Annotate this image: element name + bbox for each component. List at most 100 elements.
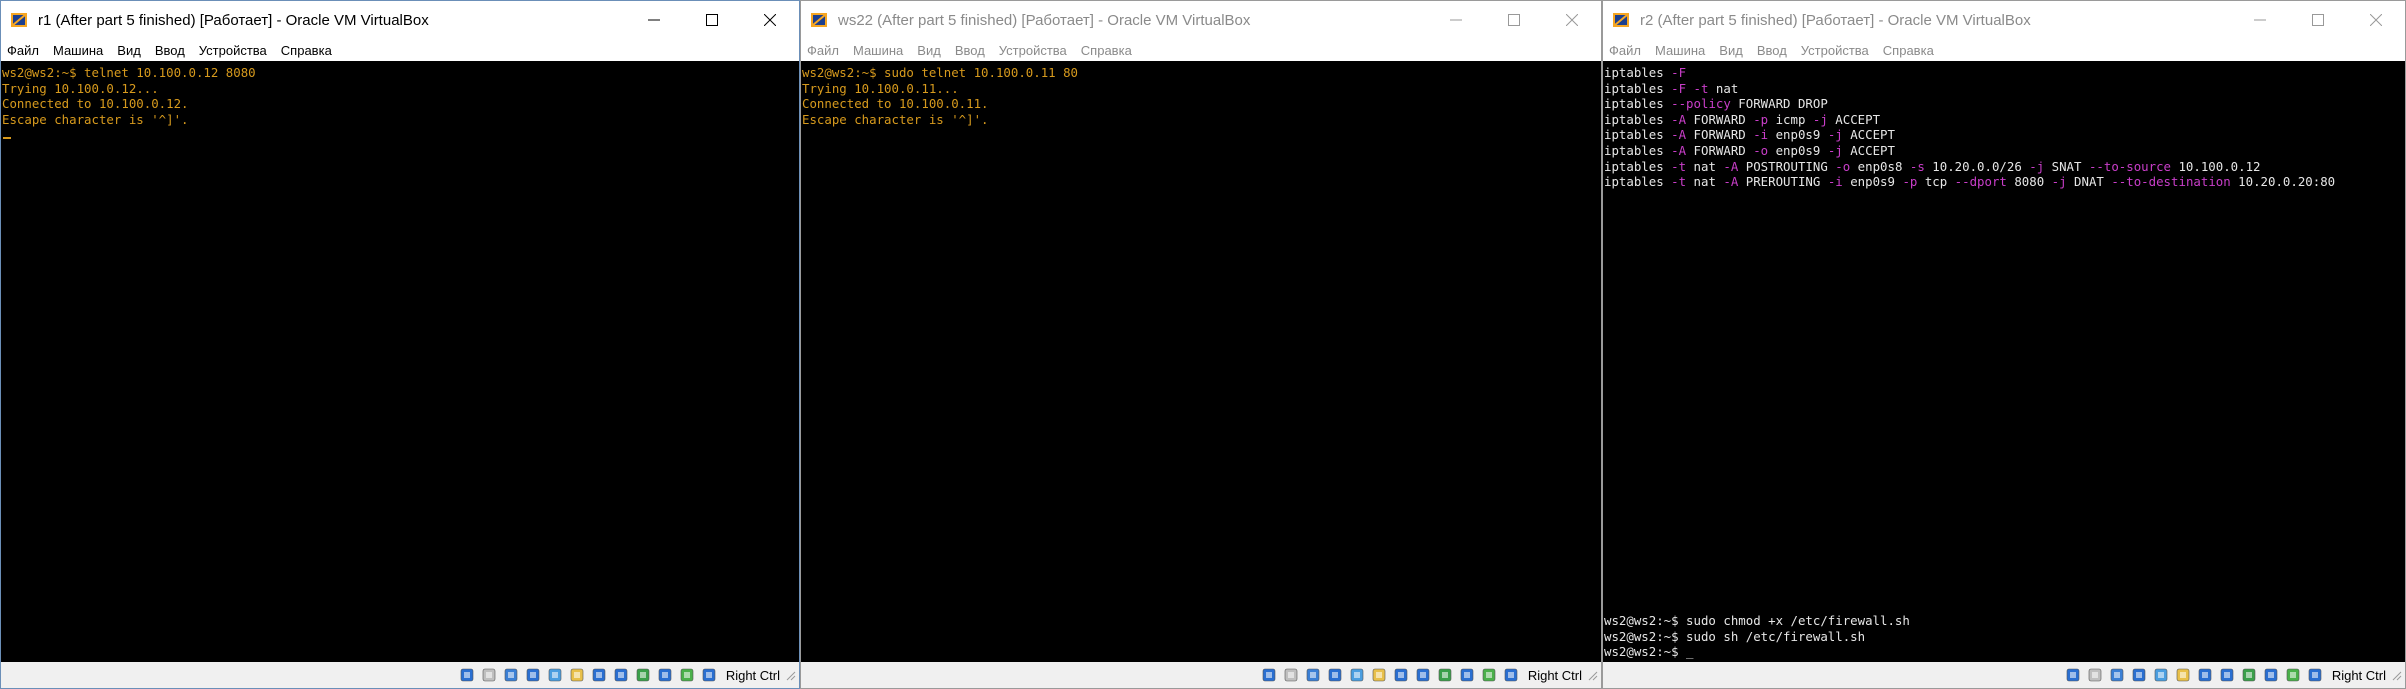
audio-icon[interactable] [1304,666,1322,684]
recording-icon[interactable] [2240,666,2258,684]
maximize-icon [2312,14,2324,26]
menu-bar: Файл Машина Вид Ввод Устройства Справка [1,39,799,61]
menu-view[interactable]: Вид [1719,43,1743,58]
maximize-icon [706,14,718,26]
network-icon[interactable] [2130,666,2148,684]
title-bar[interactable]: r2 (After part 5 finished) [Работает] - … [1603,1,2405,39]
vm-screen[interactable]: ws2@ws2:~$ sudo telnet 10.100.0.11 80 Tr… [801,61,1601,662]
status-bar: Right Ctrl [1,662,799,688]
menu-machine[interactable]: Машина [1655,43,1705,58]
optical-icon[interactable] [1282,666,1300,684]
mouse-integration-icon[interactable] [678,666,696,684]
terminal-line: Trying 10.100.0.12... [2,80,159,96]
display-icon[interactable] [2196,666,2214,684]
menu-help[interactable]: Справка [1883,43,1934,58]
menu-file[interactable]: Файл [7,43,39,58]
maximize-button[interactable] [683,1,741,39]
keyboard-icon[interactable] [700,666,718,684]
menu-help[interactable]: Справка [1081,43,1132,58]
menu-machine[interactable]: Машина [853,43,903,58]
minimize-button[interactable] [1427,1,1485,39]
window-controls [1427,1,1601,39]
close-button[interactable] [2347,1,2405,39]
close-icon [764,14,776,26]
shared-folder-icon[interactable] [568,666,586,684]
virtualbox-icon [11,13,27,27]
menu-devices[interactable]: Устройства [999,43,1067,58]
resize-grip-icon[interactable] [784,669,796,681]
close-button[interactable] [1543,1,1601,39]
menu-devices[interactable]: Устройства [199,43,267,58]
menu-view[interactable]: Вид [117,43,141,58]
status-icons [1258,666,1522,684]
window-controls [625,1,799,39]
cpu-icon[interactable] [2262,666,2280,684]
status-bar: Right Ctrl [1603,662,2405,688]
menu-help[interactable]: Справка [281,43,332,58]
vm-screen[interactable]: iptables -F iptables -F -t nat iptables … [1603,61,2405,662]
title-bar[interactable]: r1 (After part 5 finished) [Работает] - … [1,1,799,39]
vm-window-ws22: ws22 (After part 5 finished) [Работает] … [800,0,1602,689]
maximize-button[interactable] [2289,1,2347,39]
host-key-label[interactable]: Right Ctrl [726,668,780,683]
resize-grip-icon[interactable] [1586,669,1598,681]
minimize-button[interactable] [625,1,683,39]
menu-view[interactable]: Вид [917,43,941,58]
shared-folder-icon[interactable] [1370,666,1388,684]
close-icon [2370,14,2382,26]
script-line: iptables -t nat -A POSTROUTING -o enp0s8… [1604,158,2261,174]
cpu-icon[interactable] [1458,666,1476,684]
optical-icon[interactable] [2086,666,2104,684]
network-icon[interactable] [1326,666,1344,684]
title-bar[interactable]: ws22 (After part 5 finished) [Работает] … [801,1,1601,39]
network-icon[interactable] [524,666,542,684]
menu-machine[interactable]: Машина [53,43,103,58]
terminal-output: ws2@ws2:~$ sudo chmod +x /etc/firewall.s… [1603,613,1910,660]
virtualbox-icon [1613,13,1629,27]
host-key-label[interactable]: Right Ctrl [2332,668,2386,683]
close-button[interactable] [741,1,799,39]
status-icons [2062,666,2326,684]
status-icons [456,666,720,684]
terminal-output: ws2@ws2:~$ sudo telnet 10.100.0.11 80 Tr… [801,61,1601,127]
hdd-icon[interactable] [2064,666,2082,684]
minimize-button[interactable] [2231,1,2289,39]
minimize-icon [648,19,660,21]
keyboard-icon[interactable] [2306,666,2324,684]
usb-icon[interactable] [546,666,564,684]
script-line: iptables -t nat -A PREROUTING -i enp0s9 … [1604,174,2336,190]
audio-icon[interactable] [2108,666,2126,684]
hdd-icon[interactable] [1260,666,1278,684]
minimize-icon [1450,19,1462,21]
display-icon[interactable] [590,666,608,684]
terminal-line: Escape character is '^]'. [802,111,989,127]
menu-devices[interactable]: Устройства [1801,43,1869,58]
menu-file[interactable]: Файл [807,43,839,58]
resize-grip-icon[interactable] [2390,669,2402,681]
menu-input[interactable]: Ввод [955,43,985,58]
video-capture-icon[interactable] [2218,666,2236,684]
recording-icon[interactable] [634,666,652,684]
window-title: ws22 (After part 5 finished) [Работает] … [838,11,1251,29]
hdd-icon[interactable] [458,666,476,684]
recording-icon[interactable] [1436,666,1454,684]
usb-icon[interactable] [2152,666,2170,684]
close-icon [1566,14,1578,26]
optical-icon[interactable] [480,666,498,684]
keyboard-icon[interactable] [1502,666,1520,684]
menu-input[interactable]: Ввод [1757,43,1787,58]
maximize-button[interactable] [1485,1,1543,39]
audio-icon[interactable] [502,666,520,684]
mouse-integration-icon[interactable] [2284,666,2302,684]
usb-icon[interactable] [1348,666,1366,684]
cpu-icon[interactable] [656,666,674,684]
vm-screen[interactable]: ws2@ws2:~$ telnet 10.100.0.12 8080 Tryin… [1,61,799,662]
host-key-label[interactable]: Right Ctrl [1528,668,1582,683]
video-capture-icon[interactable] [612,666,630,684]
mouse-integration-icon[interactable] [1480,666,1498,684]
menu-input[interactable]: Ввод [155,43,185,58]
menu-file[interactable]: Файл [1609,43,1641,58]
shared-folder-icon[interactable] [2174,666,2192,684]
video-capture-icon[interactable] [1414,666,1432,684]
display-icon[interactable] [1392,666,1410,684]
